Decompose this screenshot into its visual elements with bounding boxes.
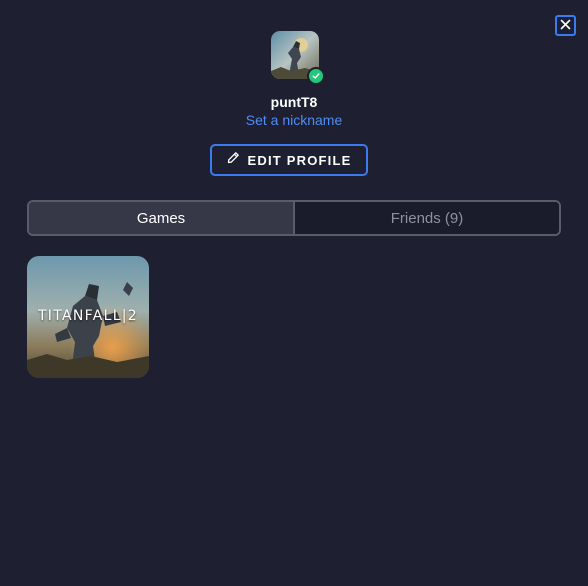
edit-profile-label: EDIT PROFILE — [247, 152, 352, 168]
online-status-icon — [307, 67, 325, 85]
set-nickname-link[interactable]: Set a nickname — [0, 112, 588, 128]
game-title: TITANFALL|2 — [37, 308, 139, 324]
tab-friends[interactable]: Friends (9) — [295, 202, 559, 234]
profile-tabs: Games Friends (9) — [27, 200, 561, 236]
close-icon — [560, 17, 571, 35]
game-card-titanfall-2[interactable]: TITANFALL|2 — [27, 256, 149, 378]
tab-games[interactable]: Games — [29, 202, 295, 234]
edit-profile-button[interactable]: EDIT PROFILE — [210, 144, 368, 176]
username: puntT8 — [270, 94, 318, 110]
close-button[interactable] — [555, 15, 576, 36]
pencil-icon — [227, 151, 240, 169]
